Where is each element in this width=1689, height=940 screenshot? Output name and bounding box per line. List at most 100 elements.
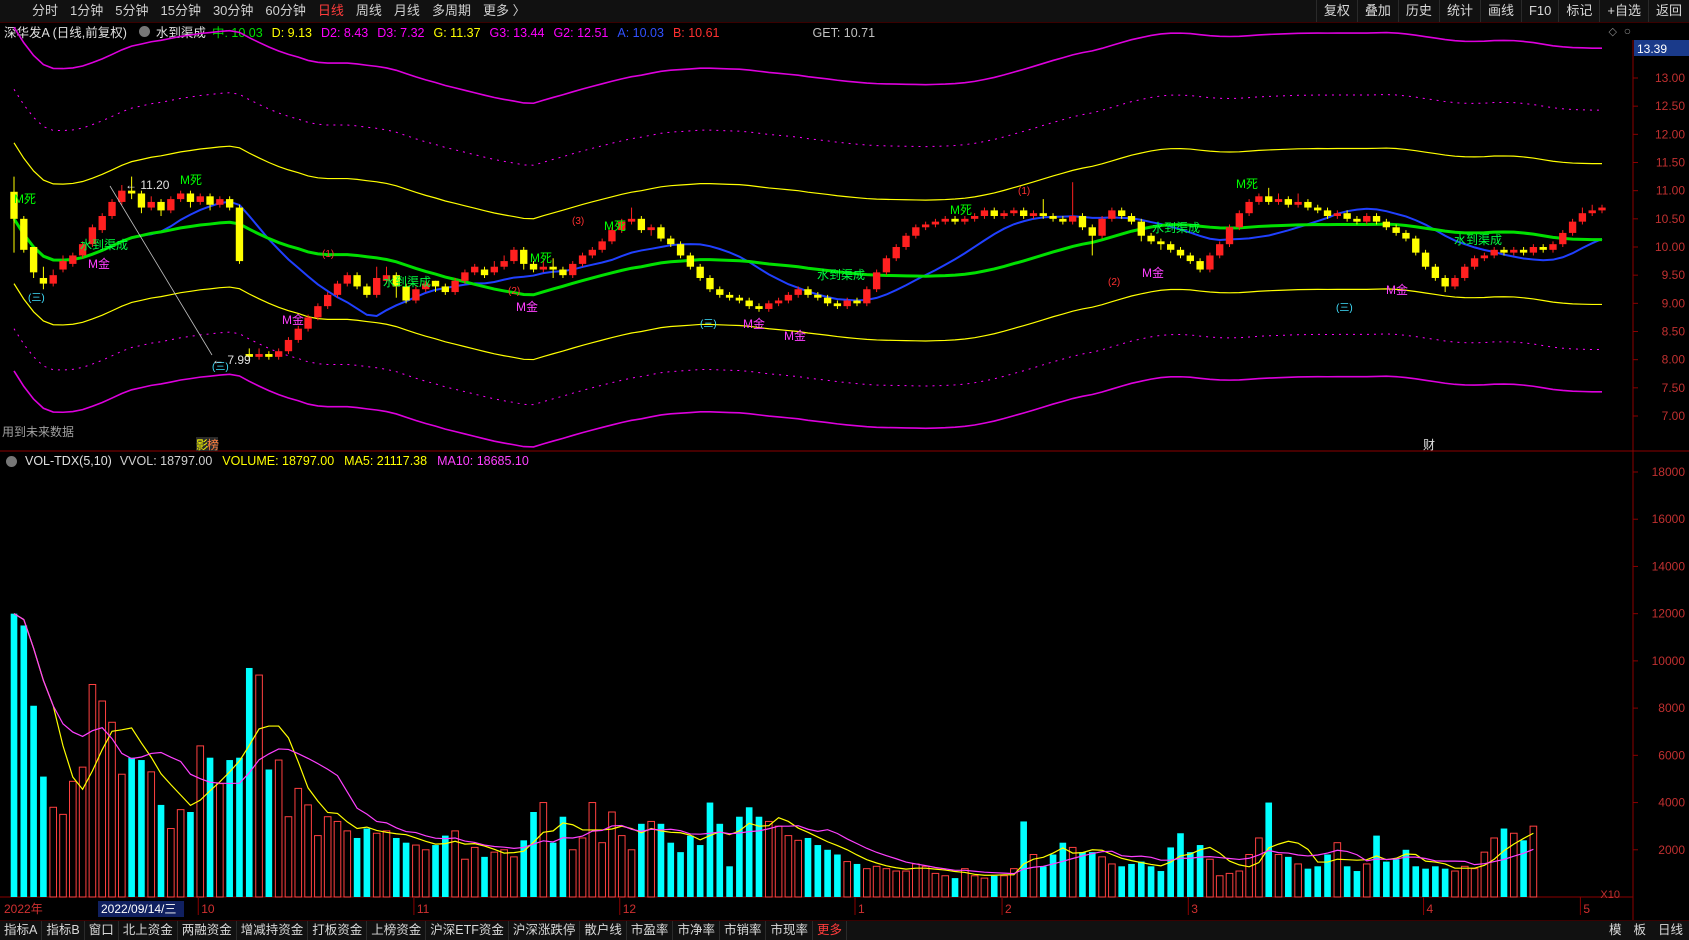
candle-up	[1578, 213, 1587, 222]
price-tick-label: 8.00	[1662, 353, 1686, 367]
candle-up	[108, 201, 116, 217]
volume-bar-up	[255, 674, 263, 898]
candle-up	[794, 289, 802, 295]
indicator-tab[interactable]: 散户线	[580, 921, 627, 940]
right-tab[interactable]: 日线	[1652, 921, 1689, 940]
right-tab[interactable]: 模	[1603, 921, 1628, 940]
event-marker-bang: 榜	[207, 437, 219, 452]
event-marker-cai: 财	[1423, 438, 1435, 452]
volume-bar-up	[1490, 837, 1498, 898]
candle-down	[1441, 277, 1449, 287]
volume-bar-down	[138, 760, 145, 897]
stock-chart[interactable]: 13.00 12.50 12.00 11.50 11.00 10.50 10.00 9.50 9…	[0, 0, 1689, 940]
indicator-tab[interactable]: 市销率	[720, 921, 767, 940]
indicator-tab[interactable]: 沪深ETF资金	[426, 921, 509, 940]
volume-bar-up	[147, 771, 156, 898]
indicator-tab[interactable]: 更多	[813, 921, 847, 940]
volume-bar-up	[1000, 875, 1008, 898]
candle-up	[912, 227, 920, 236]
candle-up	[892, 247, 900, 259]
volume-bar-down	[402, 842, 410, 897]
price-tick-label: 11.00	[1656, 184, 1685, 198]
indicator-tabs: 指标A 指标B 窗口 北上资金 两融资金 增减持资金 打板资金 上榜资金 沪深ETF资金 沪深涨跌…	[0, 921, 847, 940]
candle-up	[1255, 196, 1263, 202]
volume-tick-label: 12000	[1652, 607, 1686, 621]
indicator-tab[interactable]: 市盈率	[627, 921, 674, 940]
volume-bar-down	[696, 845, 704, 897]
candle-up	[500, 261, 508, 267]
signal-m-jin: M金	[88, 256, 110, 271]
volume-bar-up	[1215, 875, 1224, 898]
indicator-tab[interactable]: 两融资金	[178, 921, 237, 940]
candle-down	[1167, 244, 1175, 250]
right-tab[interactable]: 板	[1627, 921, 1652, 940]
current-price-tag: 13.39	[1637, 42, 1667, 56]
mid-line	[12, 218, 1602, 297]
volume-bar-up	[794, 839, 803, 898]
candle-down	[1039, 213, 1047, 217]
candle-up	[647, 227, 655, 231]
volume-bar-up	[176, 809, 185, 898]
volume-bar-up	[588, 802, 597, 898]
volume-bar-down	[1059, 842, 1067, 897]
volume-bar-up	[1225, 872, 1234, 898]
indicator-tab[interactable]: 增减持资金	[237, 921, 309, 940]
indicator-tab[interactable]: 市净率	[673, 921, 720, 940]
month-label: 3	[1191, 902, 1198, 916]
volume-unit: X10	[1600, 889, 1620, 901]
volume-bar-up	[343, 830, 352, 898]
candle-down	[1284, 199, 1292, 205]
volume-bar-up	[412, 844, 420, 898]
indicator-tab[interactable]: 上榜资金	[367, 921, 427, 940]
right-tabs: 模板日线	[1603, 921, 1689, 940]
signal-wave: (2)	[1108, 277, 1120, 288]
volume-bar-down	[1177, 833, 1184, 897]
price-tick-label: 12.00	[1655, 127, 1685, 141]
candle-down	[20, 218, 28, 250]
volume-bar-down	[726, 866, 733, 897]
candle-down	[520, 249, 528, 264]
candle-down	[1304, 201, 1312, 208]
signal-wave: (1)	[322, 249, 334, 260]
candle-down	[1265, 196, 1273, 202]
signal-m-si: M死	[530, 251, 552, 265]
volume-bar-up	[902, 870, 910, 898]
volume-bar-down	[1373, 835, 1380, 897]
price-tick-label: 9.00	[1662, 296, 1686, 310]
volume-bar-up	[490, 851, 499, 898]
indicator-tab[interactable]: 北上资金	[119, 921, 178, 940]
candle-down	[706, 277, 714, 290]
signal-wave: (2)	[508, 286, 520, 297]
month-label: 10	[201, 902, 215, 916]
lower-band-d2	[13, 328, 1602, 406]
volume-tick-label: 2000	[1658, 843, 1685, 857]
indicator-tab[interactable]: 市现率	[766, 921, 813, 940]
candle-down	[637, 218, 646, 231]
indicator-tab[interactable]: 沪深涨跌停	[509, 921, 581, 940]
volume-tick-label: 4000	[1658, 796, 1685, 810]
indicator-tab[interactable]: 指标B	[42, 921, 85, 940]
indicator-tab[interactable]: 指标A	[0, 921, 43, 940]
signal-wave: (三)	[700, 319, 717, 330]
candle-up	[941, 218, 949, 222]
volume-bar-down	[530, 812, 537, 897]
candle-up	[588, 249, 597, 256]
candle-up	[784, 294, 793, 301]
candle-down	[549, 266, 557, 270]
candle-down	[833, 303, 842, 307]
candle-up	[294, 328, 302, 340]
volume-bar-up	[892, 870, 901, 898]
volume-bar-down	[226, 760, 233, 897]
candle-down	[823, 297, 832, 304]
volume-bar-down	[10, 613, 18, 897]
candle-up	[1010, 210, 1018, 214]
candle-down	[676, 244, 685, 256]
candle-down	[696, 266, 704, 278]
candle-down	[745, 300, 753, 307]
volume-bar-up	[1245, 854, 1253, 898]
indicator-tab[interactable]: 窗口	[85, 921, 119, 940]
indicator-tab[interactable]: 打板资金	[308, 921, 368, 940]
volume-bar-down	[1432, 866, 1439, 897]
volume-bar-down	[1088, 852, 1096, 897]
volume-bar-up	[1470, 868, 1479, 898]
